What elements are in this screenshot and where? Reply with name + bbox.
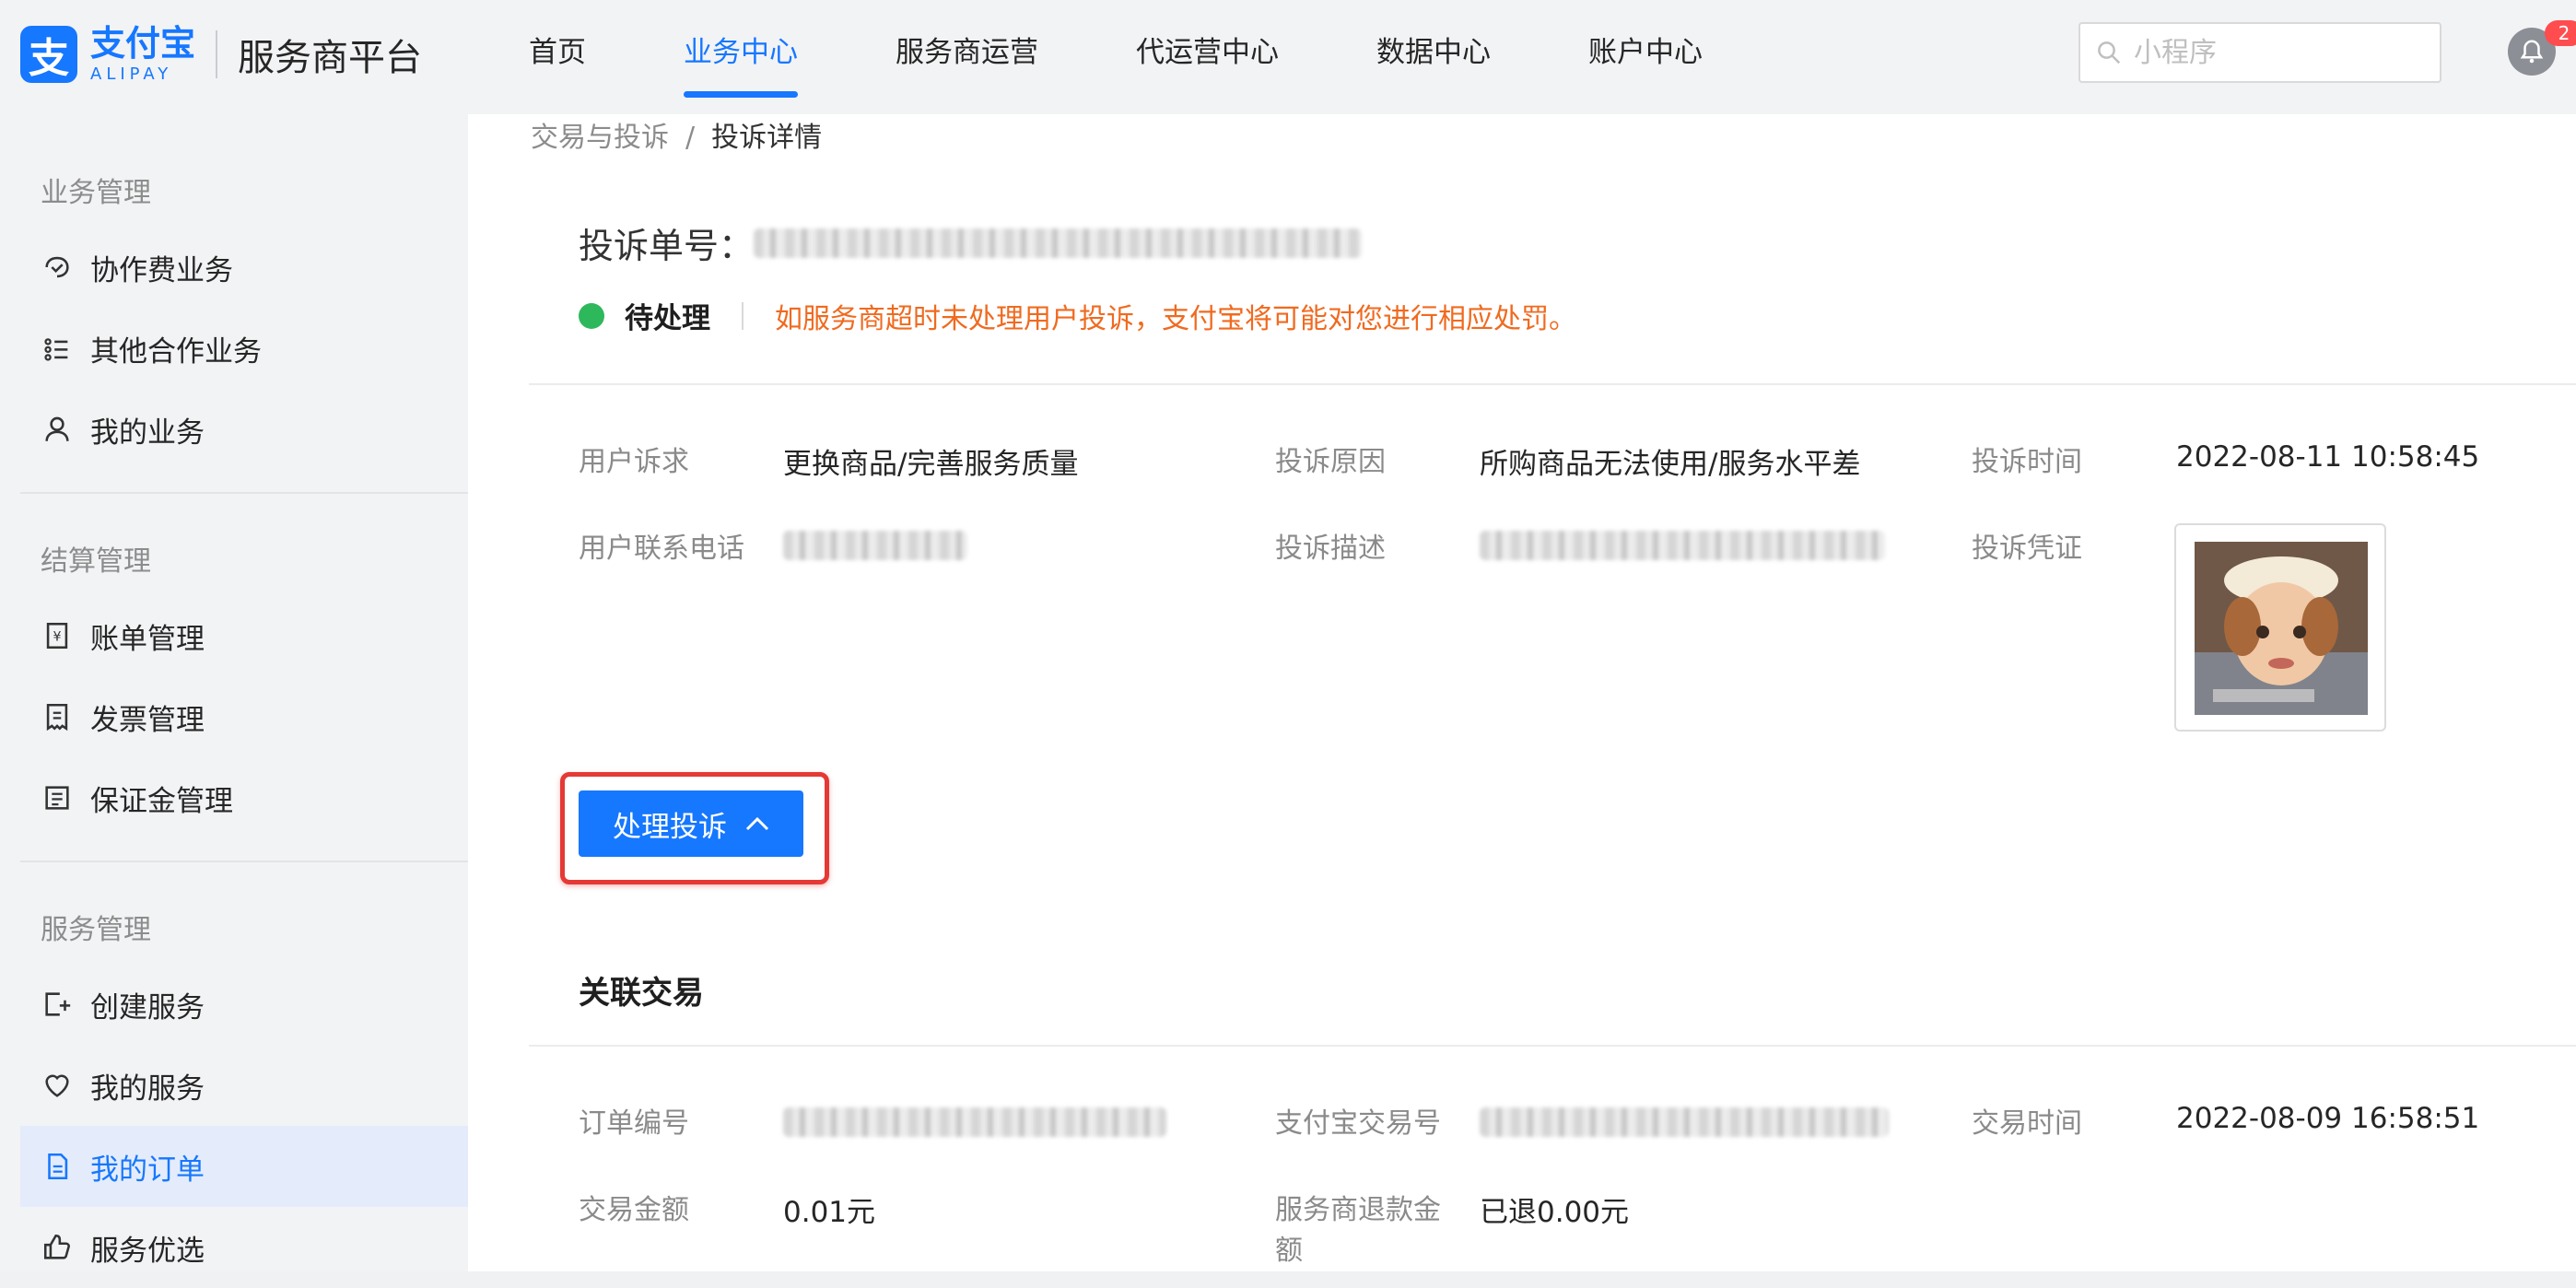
sidebar-item-label: 我的服务	[90, 1071, 205, 1106]
sidebar-item-label: 服务优选	[90, 1234, 205, 1268]
logo-divider	[216, 30, 218, 78]
trade-time-label: 交易时间	[1972, 1107, 2082, 1140]
search-icon	[2098, 41, 2121, 64]
reason-value: 所购商品无法使用/服务水平差	[1480, 448, 1861, 481]
notification-badge: 2	[2545, 20, 2576, 46]
sidebar-item-my-services[interactable]: 我的服务	[20, 1045, 468, 1126]
evidence-label: 投诉凭证	[1972, 533, 2082, 565]
sidebar-item-label: 协作费业务	[90, 253, 233, 287]
bell-icon	[2520, 40, 2544, 64]
evidence-thumbnail[interactable]	[2174, 523, 2386, 732]
handshake-icon	[41, 251, 74, 284]
trade-time-value: 2022-08-09 16:58:51	[2176, 1102, 2480, 1135]
sidebar-item-create-service[interactable]: 创建服务	[20, 964, 468, 1045]
heart-icon	[41, 1069, 74, 1102]
bill-icon: ¥	[41, 619, 74, 652]
sidebar-item-label: 其他合作业务	[90, 334, 262, 369]
complaint-number-redacted	[754, 228, 1363, 258]
nav-business-center[interactable]: 业务中心	[684, 0, 798, 114]
logo-cn-text: 支付宝	[90, 23, 196, 64]
sidebar-divider	[20, 861, 468, 862]
sidebar-item-label: 保证金管理	[90, 784, 233, 818]
thumbs-up-icon	[41, 1231, 74, 1264]
time-value: 2022-08-11 10:58:45	[2176, 440, 2480, 474]
svg-text:¥: ¥	[53, 630, 61, 645]
sidebar-item-other-cooperation[interactable]: 其他合作业务	[20, 308, 468, 389]
order-number-label: 订单编号	[579, 1107, 689, 1140]
breadcrumb-parent[interactable]: 交易与投诉	[531, 122, 669, 154]
phone-value-redacted	[783, 531, 967, 560]
list-icon	[41, 332, 74, 365]
breadcrumb-current: 投诉详情	[711, 122, 823, 154]
refund-label-line1: 服务商退款金	[1275, 1194, 1441, 1226]
top-header: 支 支付宝 ALIPAY 服务商平台 首页 业务中心 服务商运营 代运营中心 数…	[0, 0, 2576, 115]
receipt-icon	[41, 700, 74, 733]
complaint-number-label: 投诉单号：	[579, 226, 755, 266]
handle-complaint-label: 处理投诉	[613, 810, 727, 844]
sidebar-group-settlement: 结算管理	[41, 545, 151, 578]
search-box[interactable]	[2078, 22, 2441, 83]
description-label: 投诉描述	[1275, 533, 1386, 565]
breadcrumb: 交易与投诉 / 投诉详情	[531, 114, 822, 155]
status-text: 待处理	[625, 302, 710, 335]
sidebar-group-business: 业务管理	[41, 177, 151, 209]
nav-provider-operations[interactable]: 服务商运营	[896, 0, 1038, 114]
section-divider	[529, 383, 2576, 385]
sidebar-item-label: 我的订单	[90, 1153, 205, 1187]
nav-data-center[interactable]: 数据中心	[1376, 0, 1491, 114]
sidebar-item-label: 我的业务	[90, 416, 205, 450]
status-row: 待处理 如服务商超时未处理用户投诉，支付宝将可能对您进行相应处罚。	[579, 295, 1576, 336]
platform-name: 服务商平台	[238, 37, 423, 79]
sidebar-item-invoices[interactable]: 发票管理	[20, 676, 468, 757]
related-transaction-title: 关联交易	[579, 975, 704, 1012]
user-icon	[41, 413, 74, 446]
amount-label: 交易金额	[579, 1194, 689, 1226]
handle-complaint-button[interactable]: 处理投诉	[579, 790, 803, 857]
breadcrumb-separator: /	[685, 122, 696, 154]
sidebar-item-collab-fee[interactable]: 协作费业务	[20, 227, 468, 308]
nav-account-center[interactable]: 账户中心	[1588, 0, 1703, 114]
description-value-redacted	[1480, 531, 1885, 560]
demand-label: 用户诉求	[579, 446, 689, 478]
evidence-image	[2195, 542, 2368, 715]
reason-label: 投诉原因	[1275, 446, 1386, 478]
alipay-logo[interactable]: 支 支付宝 ALIPAY 服务商平台	[20, 26, 422, 83]
refund-label-line2: 额	[1275, 1235, 1303, 1267]
sidebar-item-label: 创建服务	[90, 990, 205, 1025]
sidebar-item-deposit[interactable]: 保证金管理	[20, 757, 468, 838]
warning-text: 如服务商超时未处理用户投诉，支付宝将可能对您进行相应处罚。	[775, 302, 1576, 335]
search-input[interactable]	[2132, 35, 2430, 70]
sidebar-divider	[20, 492, 468, 494]
demand-value: 更换商品/完善服务质量	[783, 448, 1079, 481]
main-content: 交易与投诉 / 投诉详情 投诉单号： 待处理 如服务商超时未处理用户投诉，支付宝将可…	[468, 114, 2576, 1271]
alipay-trade-label: 支付宝交易号	[1275, 1107, 1441, 1140]
sidebar-item-my-orders[interactable]: 我的订单	[20, 1126, 468, 1207]
order-icon	[41, 1150, 74, 1183]
phone-label: 用户联系电话	[579, 533, 744, 565]
sidebar-item-bills[interactable]: ¥ 账单管理	[20, 595, 468, 676]
logo-en-text: ALIPAY	[90, 64, 173, 84]
section-divider	[529, 1045, 2576, 1047]
chevron-up-icon	[745, 816, 769, 831]
top-nav: 首页 业务中心 服务商运营 代运营中心 数据中心 账户中心	[529, 0, 1800, 114]
pending-status-icon	[579, 302, 604, 329]
sidebar-item-label: 账单管理	[90, 622, 205, 656]
document-icon	[41, 781, 74, 814]
nav-agency-center[interactable]: 代运营中心	[1136, 0, 1279, 114]
sidebar-group-service: 服务管理	[41, 914, 151, 946]
status-divider	[742, 301, 744, 330]
order-number-redacted	[783, 1107, 1166, 1137]
time-label: 投诉时间	[1972, 446, 2082, 478]
sidebar-item-my-business[interactable]: 我的业务	[20, 389, 468, 470]
refund-value: 已退0.00元	[1480, 1196, 1630, 1229]
sidebar-item-label: 发票管理	[90, 703, 205, 737]
sidebar: 业务管理 协作费业务 其他合作业务 我的业务 结算管理 ¥ 账单管理 发票管理	[0, 114, 468, 1271]
complaint-title: 投诉单号：	[579, 217, 1363, 268]
sidebar-item-service-selection[interactable]: 服务优选	[20, 1207, 468, 1288]
nav-home[interactable]: 首页	[529, 0, 586, 114]
alipay-trade-redacted	[1480, 1107, 1889, 1137]
alipay-logo-icon: 支	[20, 26, 77, 83]
amount-value: 0.01元	[783, 1196, 876, 1229]
create-icon	[41, 988, 74, 1021]
